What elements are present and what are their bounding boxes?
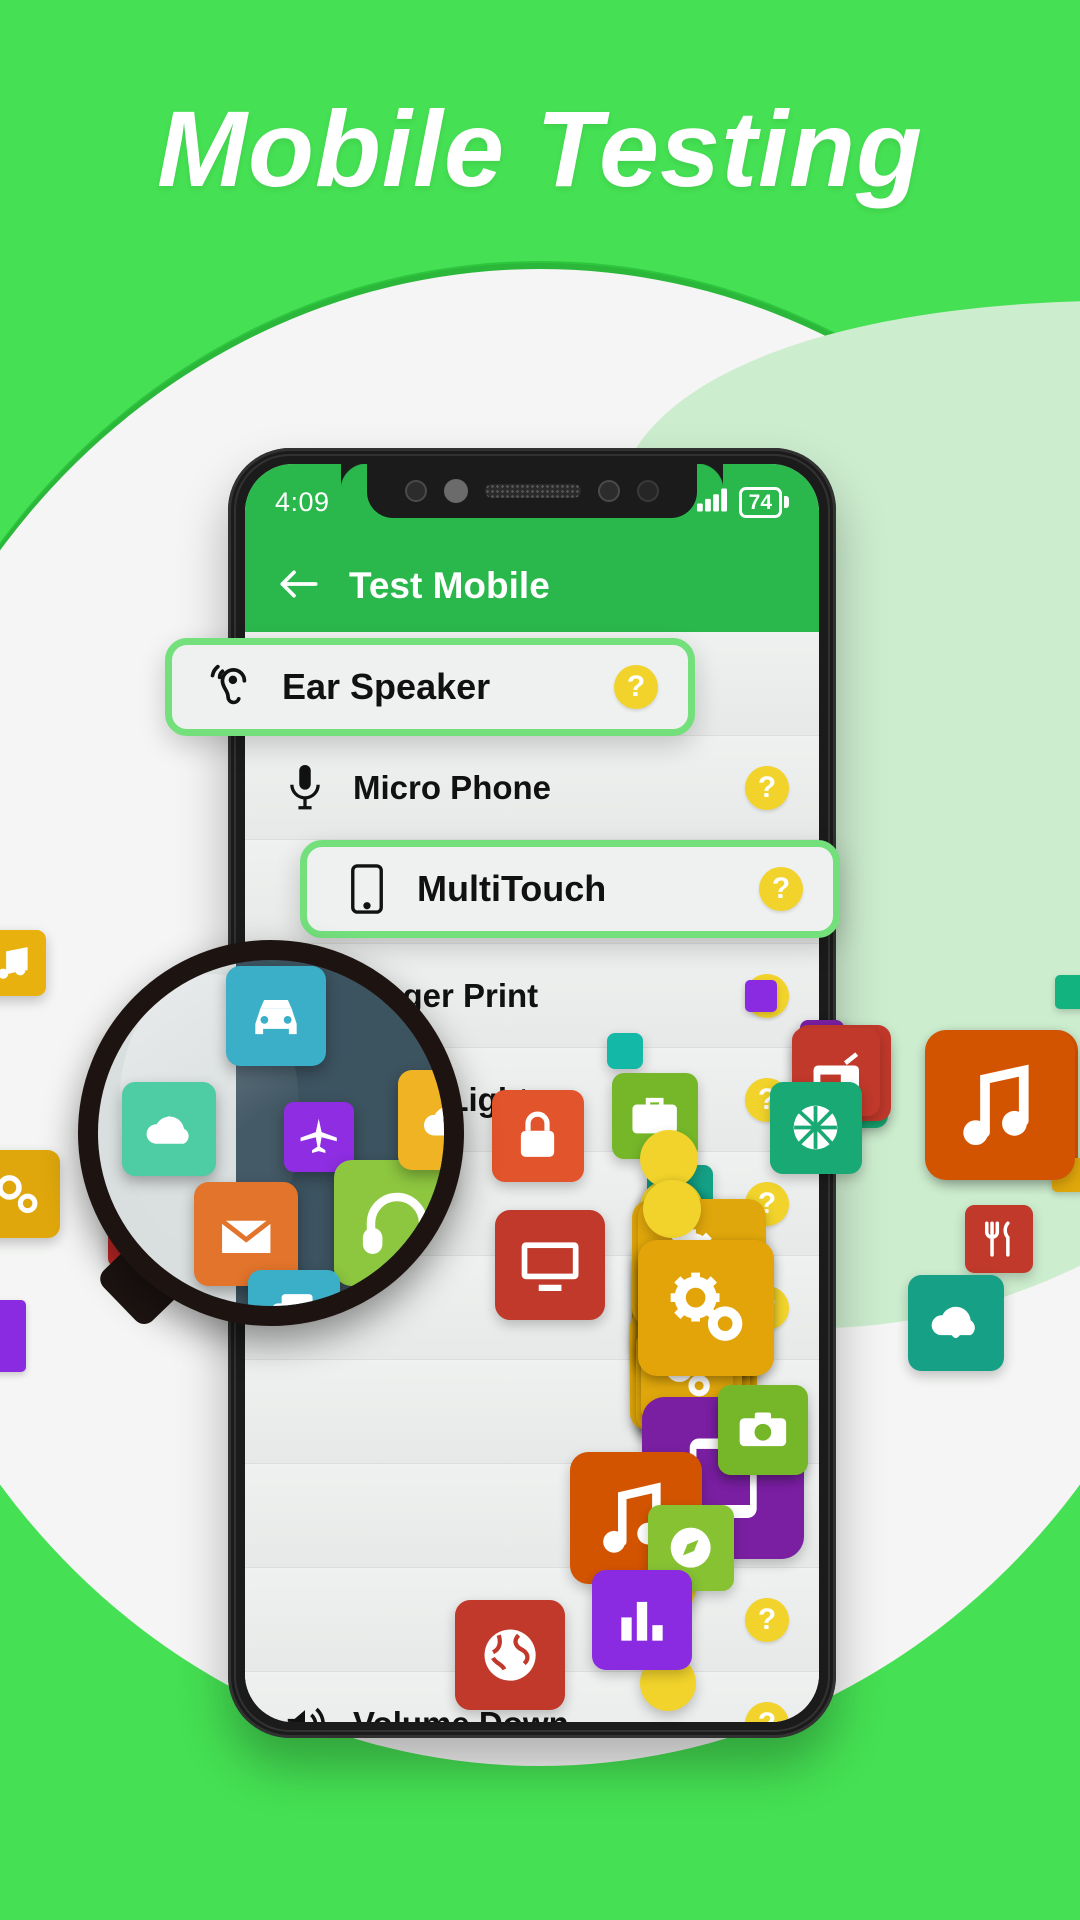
cloud-download-icon — [122, 1082, 216, 1176]
microphone-icon — [279, 764, 331, 811]
light-sensor-icon — [598, 480, 620, 502]
headphones-icon — [334, 1160, 444, 1286]
page-title: Mobile Testing — [157, 88, 923, 209]
battery-icon: 74 — [738, 486, 789, 518]
card-label: Ear Speaker — [282, 666, 491, 707]
list-item-label: Micro Phone — [353, 768, 552, 806]
music-note-icon — [0, 930, 46, 996]
green-square-icon — [1055, 975, 1080, 1009]
magnifier — [78, 940, 478, 1410]
phone-screen-icon — [341, 864, 393, 914]
help-badge[interactable]: ? — [745, 1597, 789, 1642]
copy-icon — [248, 1270, 340, 1306]
help-badge[interactable]: ? — [745, 765, 789, 810]
battery-percent: 74 — [738, 486, 782, 518]
app-bar-title: Test Mobile — [349, 565, 550, 606]
gears-icon — [0, 1150, 60, 1238]
magnifier-lens — [78, 940, 464, 1326]
help-badge[interactable]: ? — [614, 665, 658, 709]
purple-square-icon — [0, 1300, 26, 1372]
monitor-icon — [495, 1210, 605, 1320]
car-icon — [226, 966, 326, 1066]
app-bar: Test Mobile — [245, 540, 819, 632]
earpiece-speaker-icon — [485, 484, 581, 498]
back-arrow-icon[interactable] — [279, 568, 319, 605]
status-bar: 4:09 74 — [245, 464, 819, 540]
highlighted-card-multitouch[interactable]: MultiTouch ? — [300, 840, 840, 938]
basketball-icon — [770, 1082, 862, 1174]
phone-notch — [367, 464, 697, 518]
ir-sensor-icon — [637, 480, 659, 502]
gears-icon — [638, 1240, 774, 1376]
highlighted-card-ear-speaker[interactable]: Ear Speaker ? — [165, 638, 695, 736]
music-note-icon — [925, 1030, 1075, 1180]
list-item-micro-phone[interactable]: Micro Phone ? — [245, 736, 819, 840]
teal-square-icon — [607, 1033, 643, 1069]
help-badge — [643, 1180, 701, 1238]
signal-bars-icon — [696, 487, 727, 518]
status-time: 4:09 — [275, 486, 330, 517]
front-camera-icon — [444, 479, 468, 503]
cloud-upload-icon — [398, 1070, 444, 1170]
globe-icon — [455, 1600, 565, 1710]
bar-chart-icon — [592, 1570, 692, 1670]
notch-corner-right — [697, 464, 723, 490]
camera-icon — [718, 1385, 808, 1475]
purple-square-icon — [745, 980, 777, 1012]
ear-speaker-icon — [206, 664, 258, 710]
notch-corner-left — [341, 464, 367, 490]
volume-icon — [279, 1705, 331, 1722]
help-badge[interactable]: ? — [745, 1701, 789, 1722]
proximity-sensor-icon — [405, 480, 427, 502]
cloud-download-icon — [908, 1275, 1004, 1371]
cutlery-icon — [965, 1205, 1033, 1273]
help-badge[interactable]: ? — [759, 867, 803, 911]
lock-icon — [492, 1090, 584, 1182]
card-label: MultiTouch — [417, 868, 607, 909]
